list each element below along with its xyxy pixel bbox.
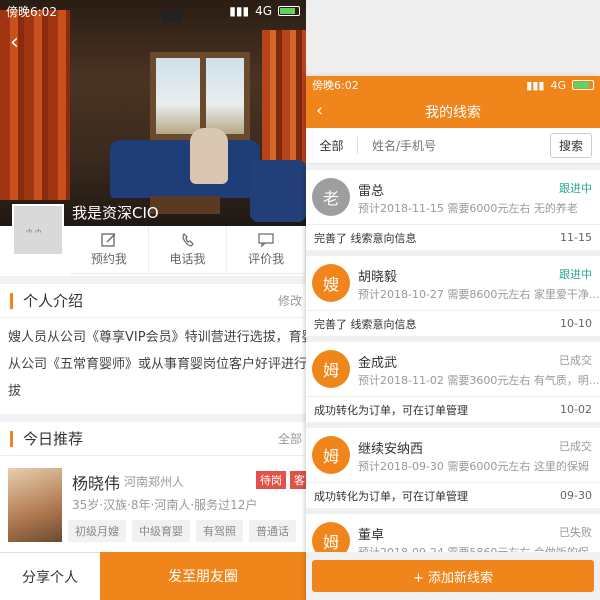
status-badge: 跟进中 [559,268,592,281]
page-title: 我的线索 [425,105,481,121]
leads-header: 傍晚6:02 ▮▮▮ 4G ‹ 我的线索 [306,76,600,128]
avatar: 姆 [312,436,350,474]
signal-icon: ▮▮▮ [526,78,545,92]
filter-all-tab[interactable]: 全部 [306,137,358,154]
intro-header: 个人介绍 修改 [0,284,306,318]
status-bar: 傍晚6:02 ▮▮▮ 4G [306,76,600,94]
profile-name: 我是资深CIO [72,204,159,222]
lead-name: 董卓 [358,528,385,543]
skill-chip: 有驾照 [196,520,243,542]
status-badge: 待岗 [256,471,286,489]
add-lead-button[interactable]: + 添加新线索 [312,560,594,592]
network-label: 4G [550,78,566,92]
status-badge: 跟进中 [559,182,592,195]
review-button[interactable]: 评价我 [227,226,306,273]
status-time: 傍晚6:02 [312,79,359,92]
avatar: 老 [312,178,350,216]
battery-icon [278,6,300,16]
lead-summary: 预计2018-09-30 需要6000元左右 这里的保姆 [358,460,589,473]
list-item[interactable]: 姆 金成武 已成交 预计2018-11-02 需要3600元左右 有气质，明..… [306,342,600,422]
search-button[interactable]: 搜索 [549,133,592,158]
lead-name: 金成武 [358,356,398,371]
status-badge: 已失败 [559,526,592,539]
lead-name: 雷总 [358,184,385,199]
nanny-location: 河南郑州人 [124,475,185,489]
lead-activity: 完善了 线索意向信息 11-15 [306,224,600,250]
bottom-bar: 分享个人 发至朋友圈 [0,552,306,600]
lead-name: 继续安纳西 [358,442,424,457]
list-item[interactable]: 老 雷总 跟进中 预计2018-11-15 需要6000元左右 无的养老 完善了… [306,170,600,250]
share-profile-button[interactable]: 分享个人 [0,552,100,600]
lead-activity: 成功转化为订单，可在订单管理 10-02 [306,396,600,422]
lead-activity: 成功转化为订单，可在订单管理 09-30 [306,482,600,508]
nanny-info: 35岁·汉族·8年·河南人·服务过12户 [72,498,258,512]
back-icon[interactable]: ‹ [10,32,19,54]
edit-icon [101,233,116,247]
intro-title: 个人介绍 [23,292,84,310]
status-bar: 傍晚6:02 ▮▮▮ 4G [0,0,306,22]
add-bar: + 添加新线索 [306,552,600,600]
status-badge: 已成交 [559,354,592,367]
nanny-photo [8,468,62,542]
book-button[interactable]: 预约我 [70,226,149,273]
phone-icon [181,233,194,247]
lead-activity: 完善了 线索意向信息 10-10 [306,310,600,336]
status-badge-2: 客 [290,471,306,489]
status-badge: 已成交 [559,440,592,453]
cover-photo: 傍晚6:02 ▮▮▮ 4G ‹ [0,0,306,226]
lead-summary: 预计2018-11-02 需要3600元左右 有气质，明... [358,374,600,387]
list-item[interactable]: 嫂 胡晓毅 跟进中 预计2018-10-27 需要8600元左右 家里爱干净..… [306,256,600,336]
recommend-all-link[interactable]: 全部 [278,430,302,447]
action-row: 预约我 电话我 评价我 [70,226,306,274]
intro-text: 嫂人员从公司《尊享VIP会员》特训营进行选拔，育婴 从公司《五常育婴师》或从事育… [8,330,306,399]
skill-chip: 中级育婴 [132,520,190,542]
leads-screen: 傍晚6:02 ▮▮▮4G ‹ 我的线索 全部 搜索 老 雷总 跟进中 预计201… [306,76,600,600]
search-input[interactable] [372,138,550,153]
filter-bar: 全部 搜索 [306,128,600,164]
intro-edit-link[interactable]: 修改 [278,292,302,309]
skill-chip: 初级月嫂 [68,520,126,542]
signal-icon: ▮▮▮ [229,4,250,18]
lead-summary: 预计2018-11-15 需要6000元左右 无的养老 [358,202,578,215]
lead-summary: 预计2018-10-27 需要8600元左右 家里爱干净... [358,288,600,301]
status-time: 傍晚6:02 [6,4,57,19]
nanny-card[interactable]: 杨晓伟 河南郑州人 待岗 客 35岁·汉族·8年·河南人·服务过12户 初级月嫂… [0,462,306,550]
network-label: 4G [255,4,272,18]
avatar: 嫂 [312,264,350,302]
lead-name: 胡晓毅 [358,270,398,285]
nanny-name: 杨晓伟 [72,474,121,493]
battery-icon [572,80,594,90]
comment-icon [258,233,274,248]
share-moments-button[interactable]: 发至朋友圈 [100,552,306,600]
avatar[interactable]: ሐ ሐ [12,204,64,256]
list-item[interactable]: 姆 继续安纳西 已成交 预计2018-09-30 需要6000元左右 这里的保姆… [306,428,600,508]
recommend-title: 今日推荐 [23,430,84,448]
profile-screen: 傍晚6:02 ▮▮▮ 4G ‹ ሐ ሐ 我是资深CIO 预约我 电话我 评价我 个… [0,0,306,600]
skill-chips: 初级月嫂 中级育婴 有驾照 普通话 [68,520,296,542]
skill-chip: 普通话 [249,520,296,542]
recommend-header: 今日推荐 全部 [0,422,306,456]
call-button[interactable]: 电话我 [149,226,228,273]
avatar: 姆 [312,350,350,388]
